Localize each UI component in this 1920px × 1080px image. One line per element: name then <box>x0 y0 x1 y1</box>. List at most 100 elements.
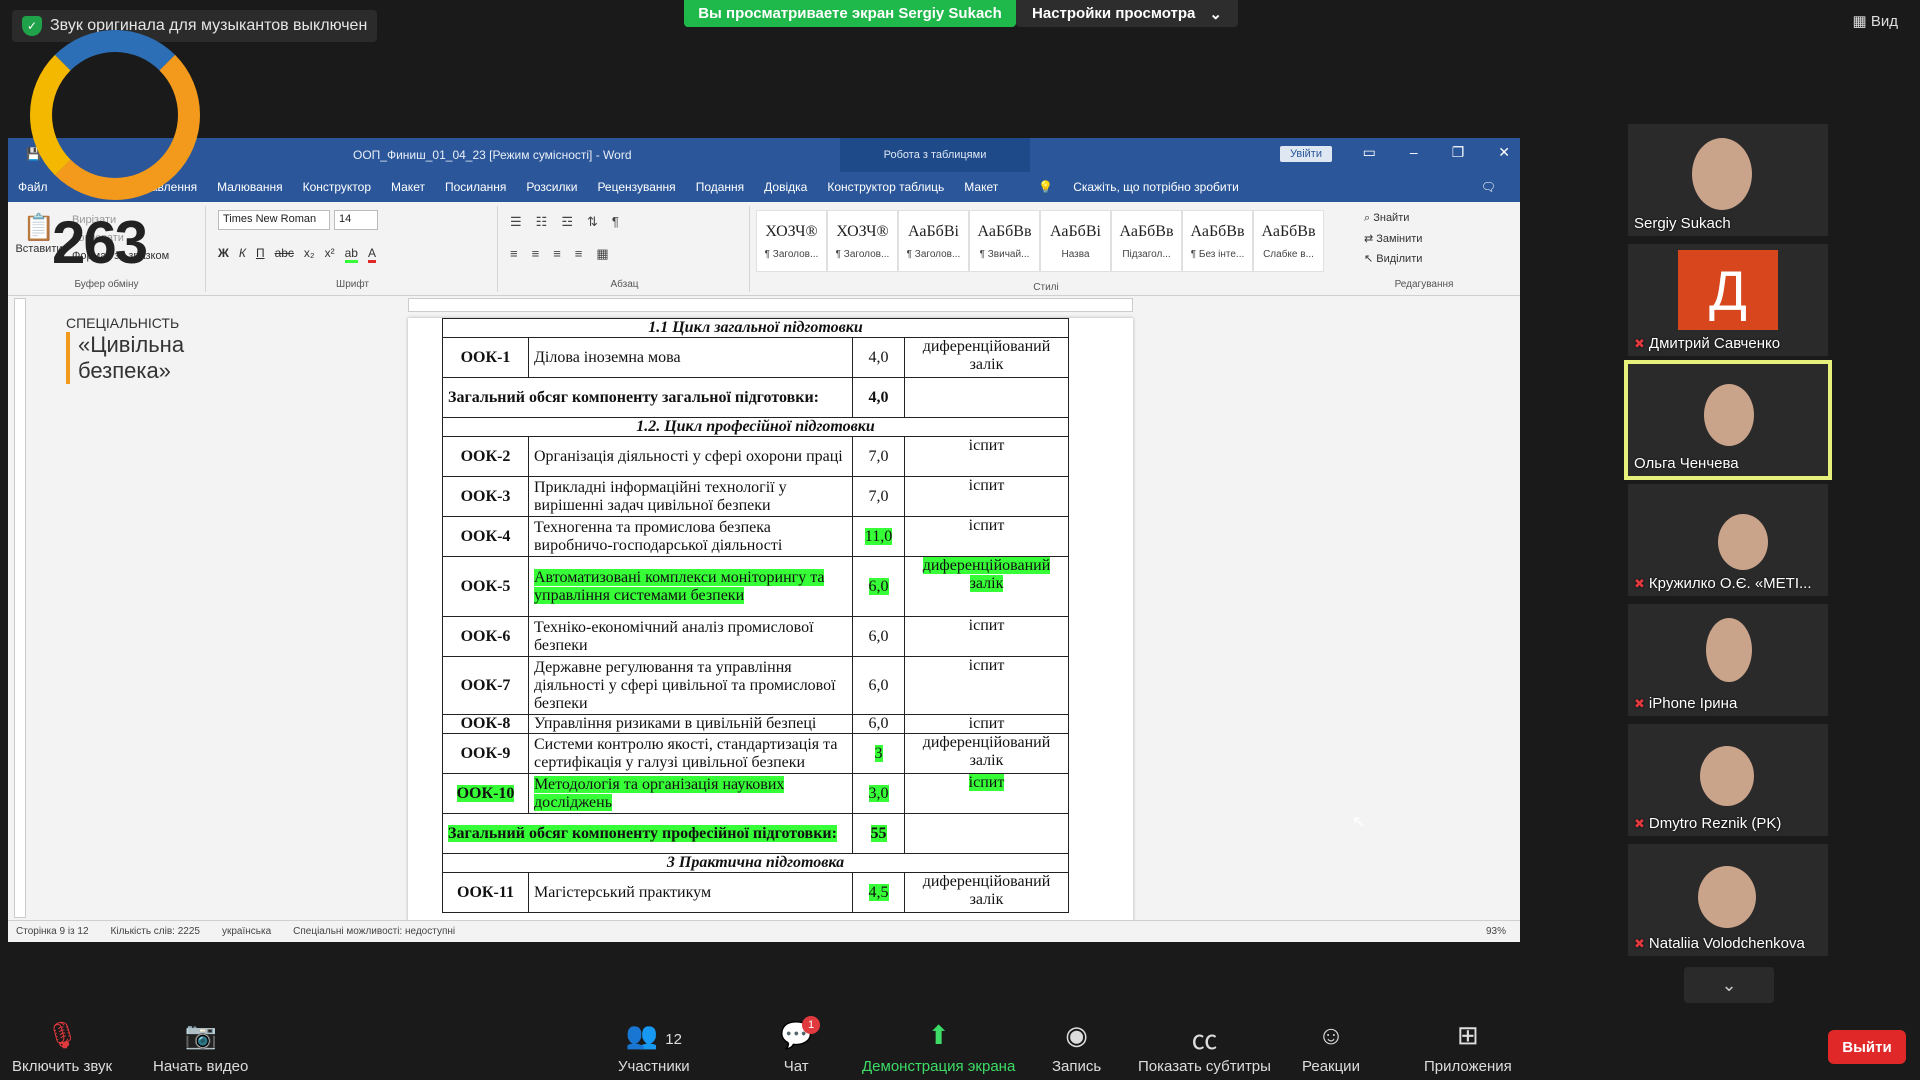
document-page[interactable]: 1.1 Цикл загальної підготовки ООК-1 Ділов… <box>408 318 1133 932</box>
mic-off-icon: 🎙 <box>45 1020 79 1050</box>
subscript-button[interactable]: x₂ <box>304 246 315 263</box>
participant-tile[interactable]: ✖ Кружилко О.Є. «МЕТІ... <box>1628 484 1828 596</box>
comments-icon[interactable]: 🗨 <box>1471 180 1506 194</box>
logo-label: СПЕЦІАЛЬНІСТЬ <box>66 315 180 331</box>
multilevel-icon[interactable]: ☲ <box>561 214 573 230</box>
tab-draw[interactable]: Малювання <box>207 180 292 194</box>
align-right-icon[interactable]: ≡ <box>553 246 561 262</box>
style-item[interactable]: ХОЗЧ® ¶ Заголов... <box>756 210 827 272</box>
tab-table-layout[interactable]: Макет <box>954 180 1008 194</box>
bullets-icon[interactable]: ☰ <box>510 214 522 230</box>
sort-icon[interactable]: ⇅ <box>587 214 598 230</box>
bold-button[interactable]: Ж <box>218 246 229 263</box>
chat-button[interactable]: 💬 1 Чат <box>780 1016 820 1075</box>
tab-help[interactable]: Довідка <box>754 180 817 194</box>
section-title: 1.1 Цикл загальної підготовки <box>442 318 1069 338</box>
participant-name: Sergiy Sukach <box>1634 215 1731 232</box>
language[interactable]: українська <box>222 926 271 937</box>
pilcrow-icon[interactable]: ¶ <box>612 214 619 230</box>
italic-button[interactable]: К <box>239 246 246 263</box>
participant-tile[interactable]: Sergiy Sukach <box>1628 124 1828 236</box>
style-item[interactable]: АаБбВв ¶ Звичай... <box>969 210 1040 272</box>
select-button[interactable]: ↖ Виділити <box>1364 252 1422 265</box>
style-item[interactable]: АаБбВі Назва <box>1040 210 1111 272</box>
close-icon[interactable]: ✕ <box>1498 144 1510 161</box>
share-screen-button[interactable]: ⬆ Демонстрация экрана <box>862 1020 1015 1075</box>
participant-tile[interactable]: ✖ Nataliia Volodchenkova <box>1628 844 1828 956</box>
borders-icon[interactable]: ▦ <box>596 246 608 262</box>
unmute-button[interactable]: 🎙 Включить звук <box>12 1020 112 1075</box>
accessibility-status[interactable]: Спеціальні можливості: недоступні <box>293 926 455 937</box>
paragraph-group: ☰ ☷ ☲ ⇅ ¶ ≡ ≡ ≡ ≡ ▦ Абзац <box>500 206 750 292</box>
captions-button[interactable]: ㏄ Показать субтитры <box>1138 1020 1271 1075</box>
credits-highlight: 11,0 <box>864 527 893 545</box>
style-item[interactable]: АаБбВі ¶ Заголов... <box>898 210 969 272</box>
participant-label: ✖ Dmytro Reznik (PK) <box>1634 815 1781 832</box>
participant-label: ✖ Кружилко О.Є. «МЕТІ... <box>1634 575 1812 592</box>
apps-button[interactable]: ⊞ Приложения <box>1424 1020 1512 1075</box>
course-code: ООК-8 <box>442 714 529 734</box>
participant-tile-active[interactable]: Ольга Ченчева <box>1624 360 1832 480</box>
participant-tile[interactable]: ✖ iPhone Ірина <box>1628 604 1828 716</box>
course-credits: 6,0 <box>852 656 905 715</box>
leave-button[interactable]: Выйти <box>1828 1030 1906 1064</box>
start-video-button[interactable]: 📷 Начать видео <box>153 1020 248 1075</box>
tab-view[interactable]: Подання <box>686 180 754 194</box>
participants-button[interactable]: 👥 12 Участники <box>618 1020 690 1075</box>
minimize-icon[interactable]: – <box>1410 144 1418 161</box>
page-count[interactable]: Сторінка 9 із 12 <box>16 926 89 937</box>
editing-group: ⌕ Знайти ⇄ Замінити ↖ Виділити Редагуван… <box>1354 206 1494 292</box>
font-color-button[interactable]: A <box>367 246 376 263</box>
horizontal-ruler[interactable] <box>408 298 1133 312</box>
zoom-top-bar: ✓ Звук оригинала для музыкантов выключен… <box>0 0 1920 42</box>
highlight-color-button[interactable]: ab <box>344 246 358 263</box>
align-center-icon[interactable]: ≡ <box>532 246 540 262</box>
numbering-icon[interactable]: ☷ <box>536 214 548 230</box>
tab-table-design[interactable]: Конструктор таблиць <box>817 180 954 194</box>
word-count[interactable]: Кількість слів: 2225 <box>111 926 200 937</box>
view-options-button[interactable]: Настройки просмотра ⌄ <box>1016 0 1238 27</box>
zoom-level[interactable]: 93% <box>1486 926 1506 937</box>
participant-video <box>1706 618 1752 682</box>
section-row: 1.1 Цикл загальної підготовки <box>442 318 1069 338</box>
participant-tile[interactable]: ✖ Dmytro Reznik (PK) <box>1628 724 1828 836</box>
mic-off-icon: ✖ <box>1634 935 1645 951</box>
tab-review[interactable]: Рецензування <box>587 180 685 194</box>
find-button[interactable]: ⌕ Знайти <box>1364 212 1409 225</box>
tab-mailings[interactable]: Розсилки <box>516 180 587 194</box>
superscript-button[interactable]: x² <box>325 246 335 263</box>
participant-tile[interactable]: Д ✖ Дмитрий Савченко <box>1628 244 1828 356</box>
strike-button[interactable]: abc <box>275 246 294 263</box>
style-item[interactable]: АаБбВв Підзагол... <box>1111 210 1182 272</box>
participant-name: Dmytro Reznik (PK) <box>1648 815 1782 832</box>
replace-button[interactable]: ⇄ Замінити <box>1364 232 1422 245</box>
chat-label: Чат <box>783 1058 809 1075</box>
reactions-button[interactable]: ☺ Реакции <box>1302 1020 1360 1075</box>
course-name: Техніко-економічний аналіз промислової б… <box>528 616 853 657</box>
tab-layout[interactable]: Макет <box>381 180 435 194</box>
tab-references[interactable]: Посилання <box>435 180 516 194</box>
font-name-select[interactable]: Times New Roman <box>218 210 330 230</box>
vertical-ruler[interactable] <box>14 298 26 918</box>
justify-icon[interactable]: ≡ <box>575 246 583 262</box>
style-name: Слабке в... <box>1263 248 1314 260</box>
signin-button[interactable]: Увійти <box>1280 146 1332 162</box>
tell-me-box[interactable]: Скажіть, що потрібно зробити <box>1063 180 1249 194</box>
tab-design[interactable]: Конструктор <box>293 180 381 194</box>
participant-name: Ольга Ченчева <box>1634 455 1739 472</box>
view-button[interactable]: ▦ Вид <box>1853 12 1899 30</box>
style-item[interactable]: ХОЗЧ® ¶ Заголов... <box>827 210 898 272</box>
record-icon: ◉ <box>1065 1020 1088 1050</box>
underline-button[interactable]: П <box>256 246 265 263</box>
align-left-icon[interactable]: ≡ <box>510 246 518 262</box>
more-participants-button[interactable]: ⌄ <box>1684 967 1774 1003</box>
style-item[interactable]: АаБбВв Слабке в... <box>1253 210 1324 272</box>
course-control: іспит <box>904 773 1069 814</box>
record-button[interactable]: ◉ Запись <box>1052 1020 1101 1075</box>
ribbon-display-icon[interactable]: ▭ <box>1363 144 1376 161</box>
logo-specialty: «Цивільна безпека» <box>66 332 216 384</box>
style-item[interactable]: АаБбВв ¶ Без інте... <box>1182 210 1253 272</box>
participant-label: ✖ Nataliia Volodchenkova <box>1634 935 1805 952</box>
font-size-select[interactable]: 14 <box>334 210 378 230</box>
restore-icon[interactable]: ❐ <box>1452 144 1465 161</box>
